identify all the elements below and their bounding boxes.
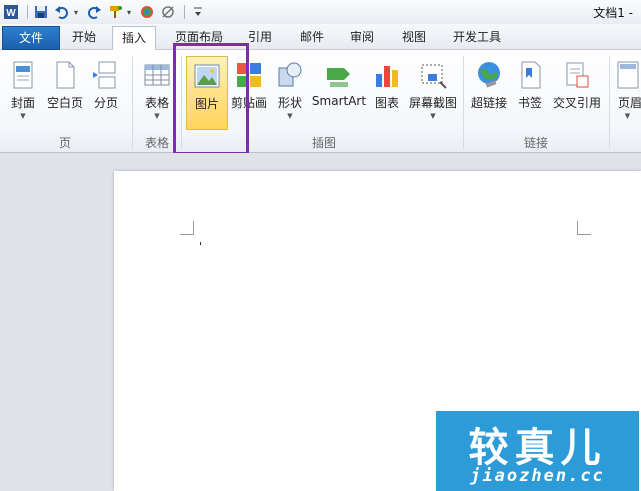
text-cursor (200, 242, 201, 245)
group-separator (463, 56, 464, 148)
margin-corner-top-right (577, 221, 591, 235)
clipart-icon (237, 63, 261, 87)
smartart-button[interactable]: SmartArt (310, 56, 368, 130)
ribbon-insert: 封面 ▼ 空白页 分页 页 表格 ▼ 表格 图片 剪贴画 形状 ▼ SmartA… (0, 50, 641, 153)
smartart-label: SmartArt (311, 94, 367, 108)
clipart-label: 剪贴画 (230, 96, 267, 110)
cover-button[interactable]: 封面 ▼ (4, 56, 42, 130)
watermark-en: jiaozhen.cc (470, 466, 605, 486)
bookmark-label: 书签 (517, 96, 542, 110)
shapes-label: 形状 (277, 96, 302, 110)
margin-corner-top-left (180, 221, 194, 235)
chevron-down-icon: ▼ (430, 112, 436, 120)
format-painter-dropdown-icon[interactable]: ▾ (127, 8, 135, 17)
chevron-down-icon: ▼ (287, 112, 293, 120)
group-separator (609, 56, 610, 148)
header-icon (617, 61, 639, 89)
qat-separator (27, 5, 28, 19)
cover-label: 封面 (10, 96, 35, 110)
tab-file[interactable]: 文件 (2, 26, 60, 50)
format-painter-icon[interactable] (106, 3, 124, 21)
ribbon-tabs: 文件 开始 插入 页面布局 引用 邮件 审阅 视图 开发工具 (0, 24, 641, 51)
tab-references[interactable]: 引用 (240, 26, 280, 50)
smartart-icon (327, 68, 350, 87)
watermark-cn: 较真儿 (468, 425, 607, 471)
group-tables-label: 表格 (144, 136, 169, 150)
shapes-button[interactable]: 形状 ▼ (272, 56, 308, 130)
picture-label: 图片 (194, 97, 219, 111)
tab-developer[interactable]: 开发工具 (446, 26, 508, 50)
chart-button[interactable]: 图表 (370, 56, 404, 130)
qat-separator-2 (184, 5, 185, 19)
undo-dropdown-icon[interactable]: ▾ (74, 8, 82, 17)
quick-access-toolbar: W ▾ ▾ (0, 0, 210, 24)
table-label: 表格 (144, 96, 169, 110)
page-break-button[interactable]: 分页 (88, 56, 124, 130)
picture-button[interactable]: 图片 (186, 56, 228, 130)
chevron-down-icon: ▼ (624, 112, 631, 120)
blank-page-button[interactable]: 空白页 (44, 56, 86, 130)
cross-reference-label: 交叉引用 (552, 96, 601, 110)
group-pages-label: 页 (58, 136, 71, 150)
undo-icon[interactable] (53, 3, 71, 21)
tab-view[interactable]: 视图 (394, 26, 434, 50)
chart-label: 图表 (374, 96, 399, 110)
header-button[interactable]: 页眉 ▼ (614, 56, 641, 130)
tab-review[interactable]: 审阅 (342, 26, 382, 50)
screenshot-icon (421, 64, 447, 89)
page-break-icon (93, 61, 116, 89)
tab-mailings[interactable]: 邮件 (292, 26, 332, 50)
window-title: 文档1 - (593, 6, 633, 20)
chevron-down-icon: ▼ (154, 112, 160, 120)
clipart-button[interactable]: 剪贴画 (230, 56, 268, 130)
title-bar: W ▾ ▾ 文档1 - (0, 0, 641, 24)
screenshot-label: 屏幕截图 (408, 96, 457, 110)
cross-reference-icon (566, 62, 589, 88)
tab-insert[interactable]: 插入 (112, 26, 156, 51)
picture-icon (194, 64, 220, 88)
blank-page-label: 空白页 (46, 96, 83, 110)
redo-icon[interactable] (85, 3, 103, 21)
chevron-down-icon: ▼ (20, 112, 26, 120)
bookmark-button[interactable]: 书签 (512, 56, 548, 130)
shapes-icon (278, 62, 302, 87)
group-separator (181, 56, 182, 148)
bookmark-icon (521, 61, 541, 89)
hyperlink-button[interactable]: 超链接 (468, 56, 510, 130)
group-separator (132, 56, 133, 148)
clear-format-icon[interactable] (159, 3, 177, 21)
customize-icon[interactable] (189, 3, 207, 21)
blank-page-icon (56, 61, 75, 89)
hyperlink-label: 超链接 (470, 96, 507, 110)
color-icon[interactable] (138, 3, 156, 21)
page-break-label: 分页 (93, 96, 118, 110)
group-links-label: 链接 (523, 136, 548, 150)
hyperlink-icon (478, 62, 500, 88)
save-icon[interactable] (32, 3, 50, 21)
tab-page-layout[interactable]: 页面布局 (170, 26, 228, 50)
word-icon[interactable]: W (2, 3, 20, 21)
svg-text:W: W (6, 8, 16, 19)
table-icon (144, 64, 170, 86)
cross-reference-button[interactable]: 交叉引用 (550, 56, 604, 130)
tab-home[interactable]: 开始 (63, 26, 105, 50)
chart-icon (376, 66, 398, 87)
screenshot-button[interactable]: 屏幕截图 ▼ (406, 56, 460, 130)
group-illustrations-label: 插图 (311, 136, 336, 150)
header-label: 页眉 (618, 96, 641, 110)
cover-page-icon (13, 61, 33, 89)
watermark-logo: 较真儿 jiaozhen.cc (436, 411, 639, 491)
table-button[interactable]: 表格 ▼ (138, 56, 176, 130)
